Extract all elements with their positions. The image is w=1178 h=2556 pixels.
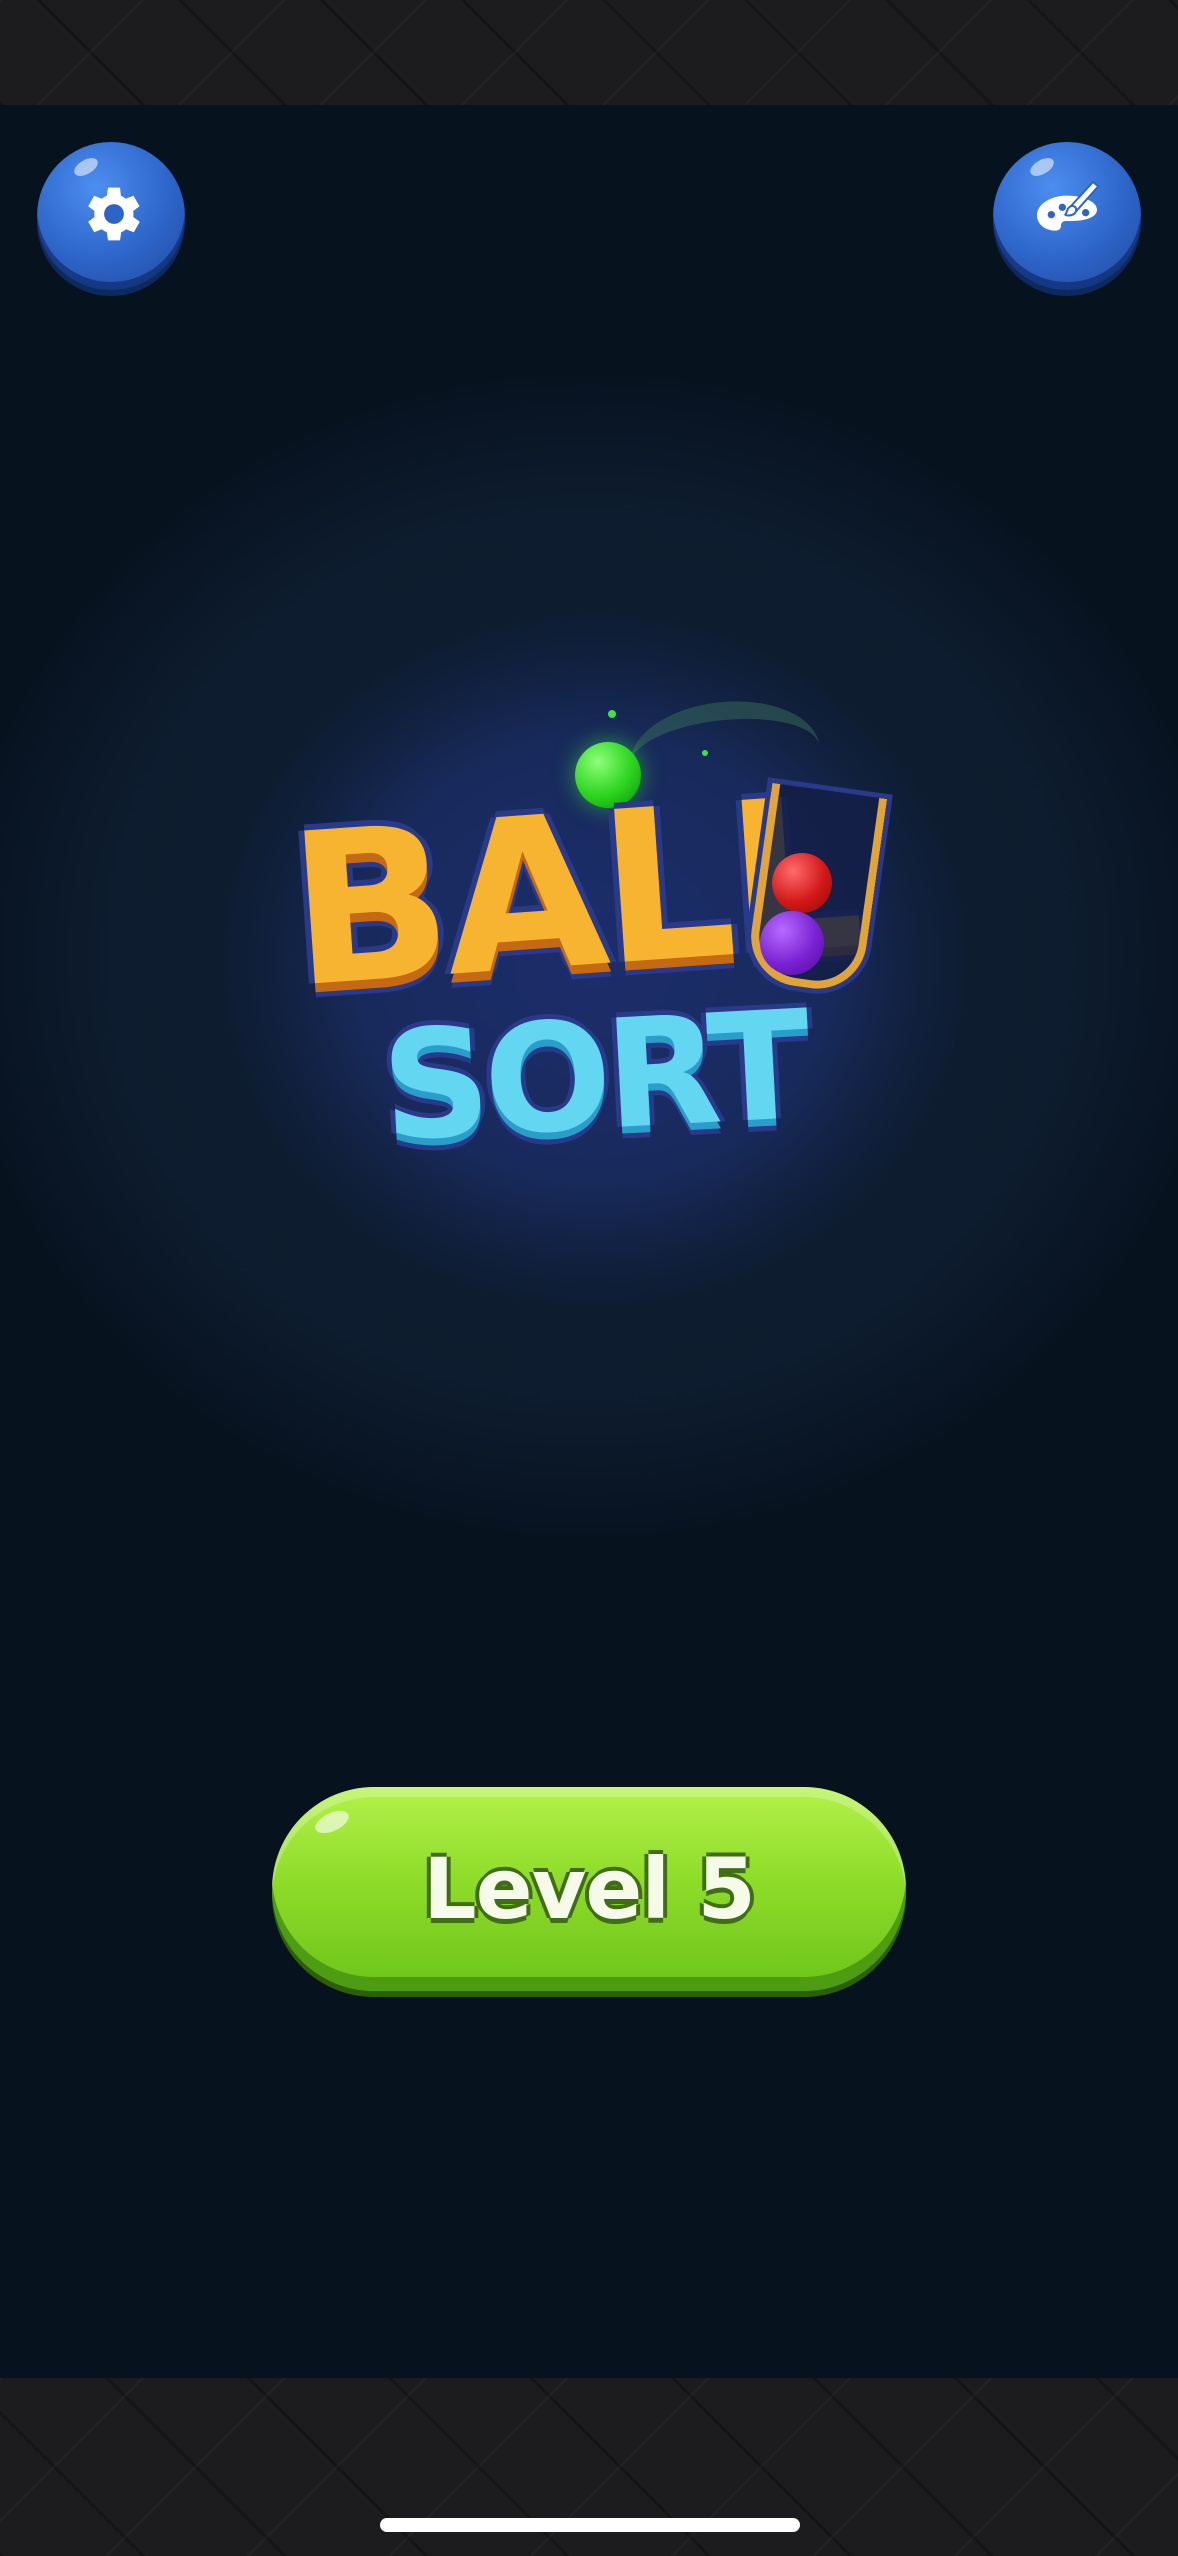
sparkle xyxy=(608,710,616,718)
settings-button[interactable] xyxy=(37,142,185,290)
theme-button[interactable] xyxy=(993,142,1141,290)
play-level-button[interactable]: Level 5 xyxy=(272,1787,906,1991)
purple-ball xyxy=(760,911,824,975)
red-ball xyxy=(772,853,832,913)
palette-brush-icon xyxy=(1027,174,1107,258)
gear-icon xyxy=(75,178,147,254)
game-screen: BALL SORT Level 5 xyxy=(0,0,1178,2556)
top-pattern-band xyxy=(0,0,1178,105)
game-logo: BALL SORT xyxy=(260,690,920,1200)
logo-word-sort: SORT xyxy=(377,979,809,1175)
home-indicator[interactable] xyxy=(380,2518,800,2532)
sparkle xyxy=(702,750,708,756)
level-label: Level 5 xyxy=(423,1840,756,1938)
